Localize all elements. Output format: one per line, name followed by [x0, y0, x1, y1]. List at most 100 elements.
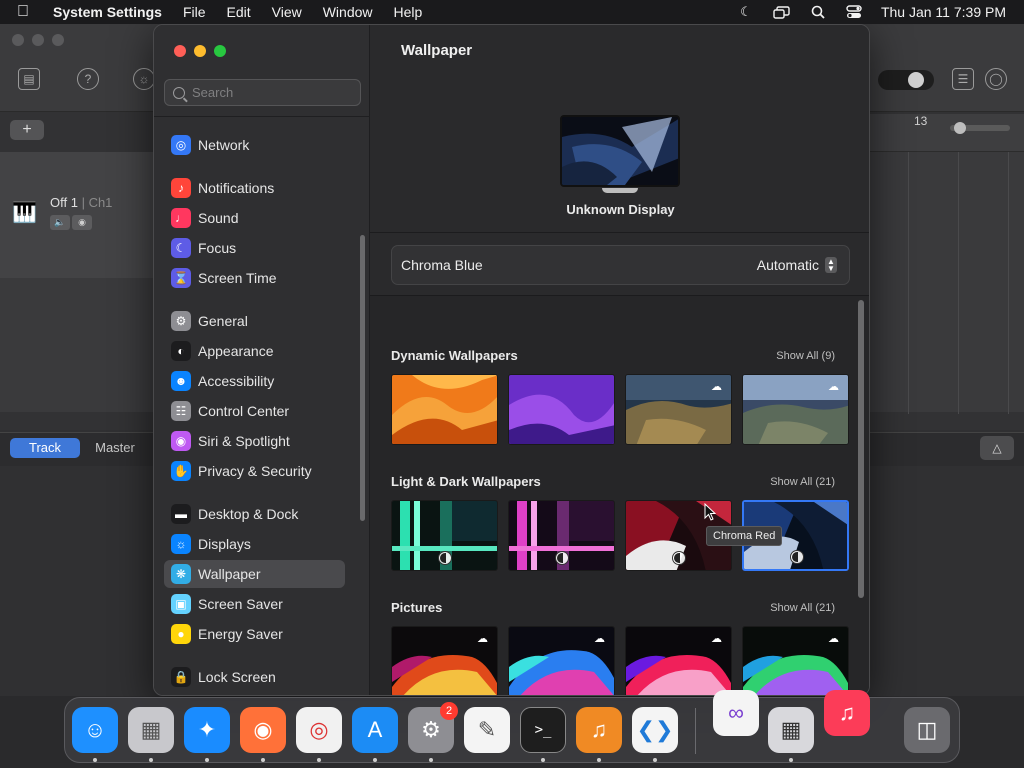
menu-edit[interactable]: Edit	[227, 4, 251, 20]
sidebar-item-notifications[interactable]: ♪ Notifications	[164, 174, 345, 202]
sidebar-item-energy-saver[interactable]: ● Energy Saver	[164, 620, 345, 648]
sidebar-item-control-center[interactable]: ☷ Control Center	[164, 397, 345, 425]
running-indicator	[149, 758, 153, 762]
sidebar-item-sound[interactable]: ♩ Sound	[164, 204, 345, 232]
sidebar-item-siri-spotlight[interactable]: ◉ Siri & Spotlight	[164, 427, 345, 455]
loop-browser-icon[interactable]: ◯	[985, 68, 1007, 90]
wallpaper-selector[interactable]: Chroma Blue Automatic ▲ ▼	[391, 245, 850, 285]
sidebar-item-desktop-dock[interactable]: ▬ Desktop & Dock	[164, 500, 345, 528]
moon-icon[interactable]: ☾	[737, 4, 755, 19]
app-store-icon[interactable]: A	[352, 707, 398, 753]
appearance-icon: ◐	[171, 341, 191, 361]
wallpaper-thumb[interactable]: ☁	[742, 374, 849, 445]
mute-icon[interactable]: 🔈	[50, 215, 70, 230]
grid-line	[958, 152, 959, 414]
visual-studio-icon[interactable]: ∞	[713, 690, 759, 736]
background-toggle[interactable]	[878, 70, 934, 90]
display-name: Unknown Display	[566, 202, 675, 217]
sidebar-item-displays[interactable]: ☼ Displays	[164, 530, 345, 558]
vscode-icon[interactable]: ❮❯	[632, 707, 678, 753]
dock-icon: ▬	[171, 504, 191, 524]
calculator-icon[interactable]: ▦	[768, 707, 814, 753]
add-track-button[interactable]: +	[10, 120, 44, 140]
window-controls	[174, 45, 226, 57]
wallpaper-thumb[interactable]: ☁	[625, 374, 732, 445]
garageband-icon[interactable]: ♫	[576, 707, 622, 753]
timeline-ruler[interactable]	[870, 114, 1024, 152]
sidebar-item-lock-screen[interactable]: 🔒 Lock Screen	[164, 663, 345, 691]
tab-master[interactable]: Master	[80, 438, 150, 458]
sidebar-item-privacy-security[interactable]: ✋ Privacy & Security	[164, 457, 345, 485]
textedit-icon[interactable]: ✎	[464, 707, 510, 753]
search-field[interactable]	[164, 79, 361, 106]
control-center-icon[interactable]	[845, 5, 863, 19]
show-all-light-dark-button[interactable]: Show All (21)	[770, 476, 835, 488]
track-buttons: 🔈 ◉	[50, 215, 92, 230]
menu-clock[interactable]: Thu Jan 11 7:39 PM	[881, 4, 1006, 20]
sidebar-item-label: General	[198, 313, 248, 329]
terminal-icon[interactable]: >_	[520, 707, 566, 753]
menu-file[interactable]: File	[183, 4, 206, 20]
finder-icon[interactable]: ☺	[72, 707, 118, 753]
apple-logo-icon[interactable]: 	[17, 3, 37, 21]
menu-view[interactable]: View	[272, 4, 302, 20]
cloud-download-icon: ☁	[711, 381, 722, 393]
light-dark-icon	[672, 551, 686, 565]
sidebar-item-label: Desktop & Dock	[198, 506, 299, 522]
chrome-icon[interactable]: ◎	[296, 707, 342, 753]
wallpaper-thumb[interactable]: ☁	[625, 626, 732, 695]
grid-line	[1008, 152, 1009, 414]
show-all-dynamic-button[interactable]: Show All (9)	[776, 350, 835, 362]
sidebar-item-accessibility[interactable]: ☻ Accessibility	[164, 367, 345, 395]
zoom-slider[interactable]	[950, 122, 1010, 134]
sidebar-item-label: Privacy & Security	[198, 463, 312, 479]
appearance-mode-popup[interactable]: Automatic ▲ ▼	[757, 257, 837, 273]
automation-icon[interactable]: △	[980, 436, 1014, 460]
display-preview	[560, 115, 680, 187]
trash-icon[interactable]: ◫	[904, 707, 950, 753]
sidebar-item-appearance[interactable]: ◐ Appearance	[164, 337, 345, 365]
notepad-icon[interactable]: ☰	[952, 68, 974, 90]
music-icon[interactable]: ♫	[824, 690, 870, 736]
gallery-scrollbar[interactable]	[858, 300, 864, 598]
wallpaper-thumb[interactable]	[391, 500, 498, 571]
wallpaper-thumb[interactable]: ☁	[508, 626, 615, 695]
show-all-pictures-button[interactable]: Show All (21)	[770, 602, 835, 614]
screen-mirroring-icon[interactable]	[773, 5, 791, 19]
menu-help[interactable]: Help	[394, 4, 423, 20]
sidebar-item-network[interactable]: ◎ Network	[164, 131, 345, 159]
safari-icon[interactable]: ✦	[184, 707, 230, 753]
wallpaper-thumb[interactable]: ☁	[742, 626, 849, 695]
sidebar-item-screen-time[interactable]: ⌛ Screen Time	[164, 264, 345, 292]
zoom-button[interactable]	[214, 45, 226, 57]
help-icon[interactable]: ?	[77, 68, 99, 90]
library-icon[interactable]: ▤	[18, 68, 40, 90]
launchpad-icon[interactable]: ▦	[128, 707, 174, 753]
wallpaper-thumb[interactable]	[508, 500, 615, 571]
wallpaper-thumb[interactable]	[391, 374, 498, 445]
menu-app-name[interactable]: System Settings	[53, 4, 162, 20]
current-wallpaper-name: Chroma Blue	[401, 257, 483, 273]
headphones-icon[interactable]: ◉	[72, 215, 92, 230]
running-indicator	[261, 758, 265, 762]
sidebar-item-general[interactable]: ⚙ General	[164, 307, 345, 335]
sidebar-item-wallpaper[interactable]: ❋ Wallpaper	[164, 560, 345, 588]
switches-icon: ☷	[171, 401, 191, 421]
tab-track[interactable]: Track	[10, 438, 80, 458]
minimize-button[interactable]	[194, 45, 206, 57]
wallpaper-tooltip: Chroma Red	[706, 526, 783, 546]
sidebar-item-screen-saver[interactable]: ▣ Screen Saver	[164, 590, 345, 618]
wallpaper-thumb[interactable]	[508, 374, 615, 445]
menu-window[interactable]: Window	[323, 4, 373, 20]
sidebar-item-focus[interactable]: ☾ Focus	[164, 234, 345, 262]
smart-controls-icon[interactable]: ☼	[133, 68, 155, 90]
close-button[interactable]	[174, 45, 186, 57]
sidebar-item-login-password[interactable]: 🔒Login Password	[164, 693, 345, 695]
wallpaper-thumb[interactable]: ☁	[391, 626, 498, 695]
running-indicator	[93, 758, 97, 762]
spotlight-search-icon[interactable]	[809, 5, 827, 19]
firefox-icon[interactable]: ◉	[240, 707, 286, 753]
search-input[interactable]	[192, 85, 352, 100]
sidebar-scrollbar[interactable]	[360, 235, 365, 521]
gear-icon: ⚙	[171, 311, 191, 331]
